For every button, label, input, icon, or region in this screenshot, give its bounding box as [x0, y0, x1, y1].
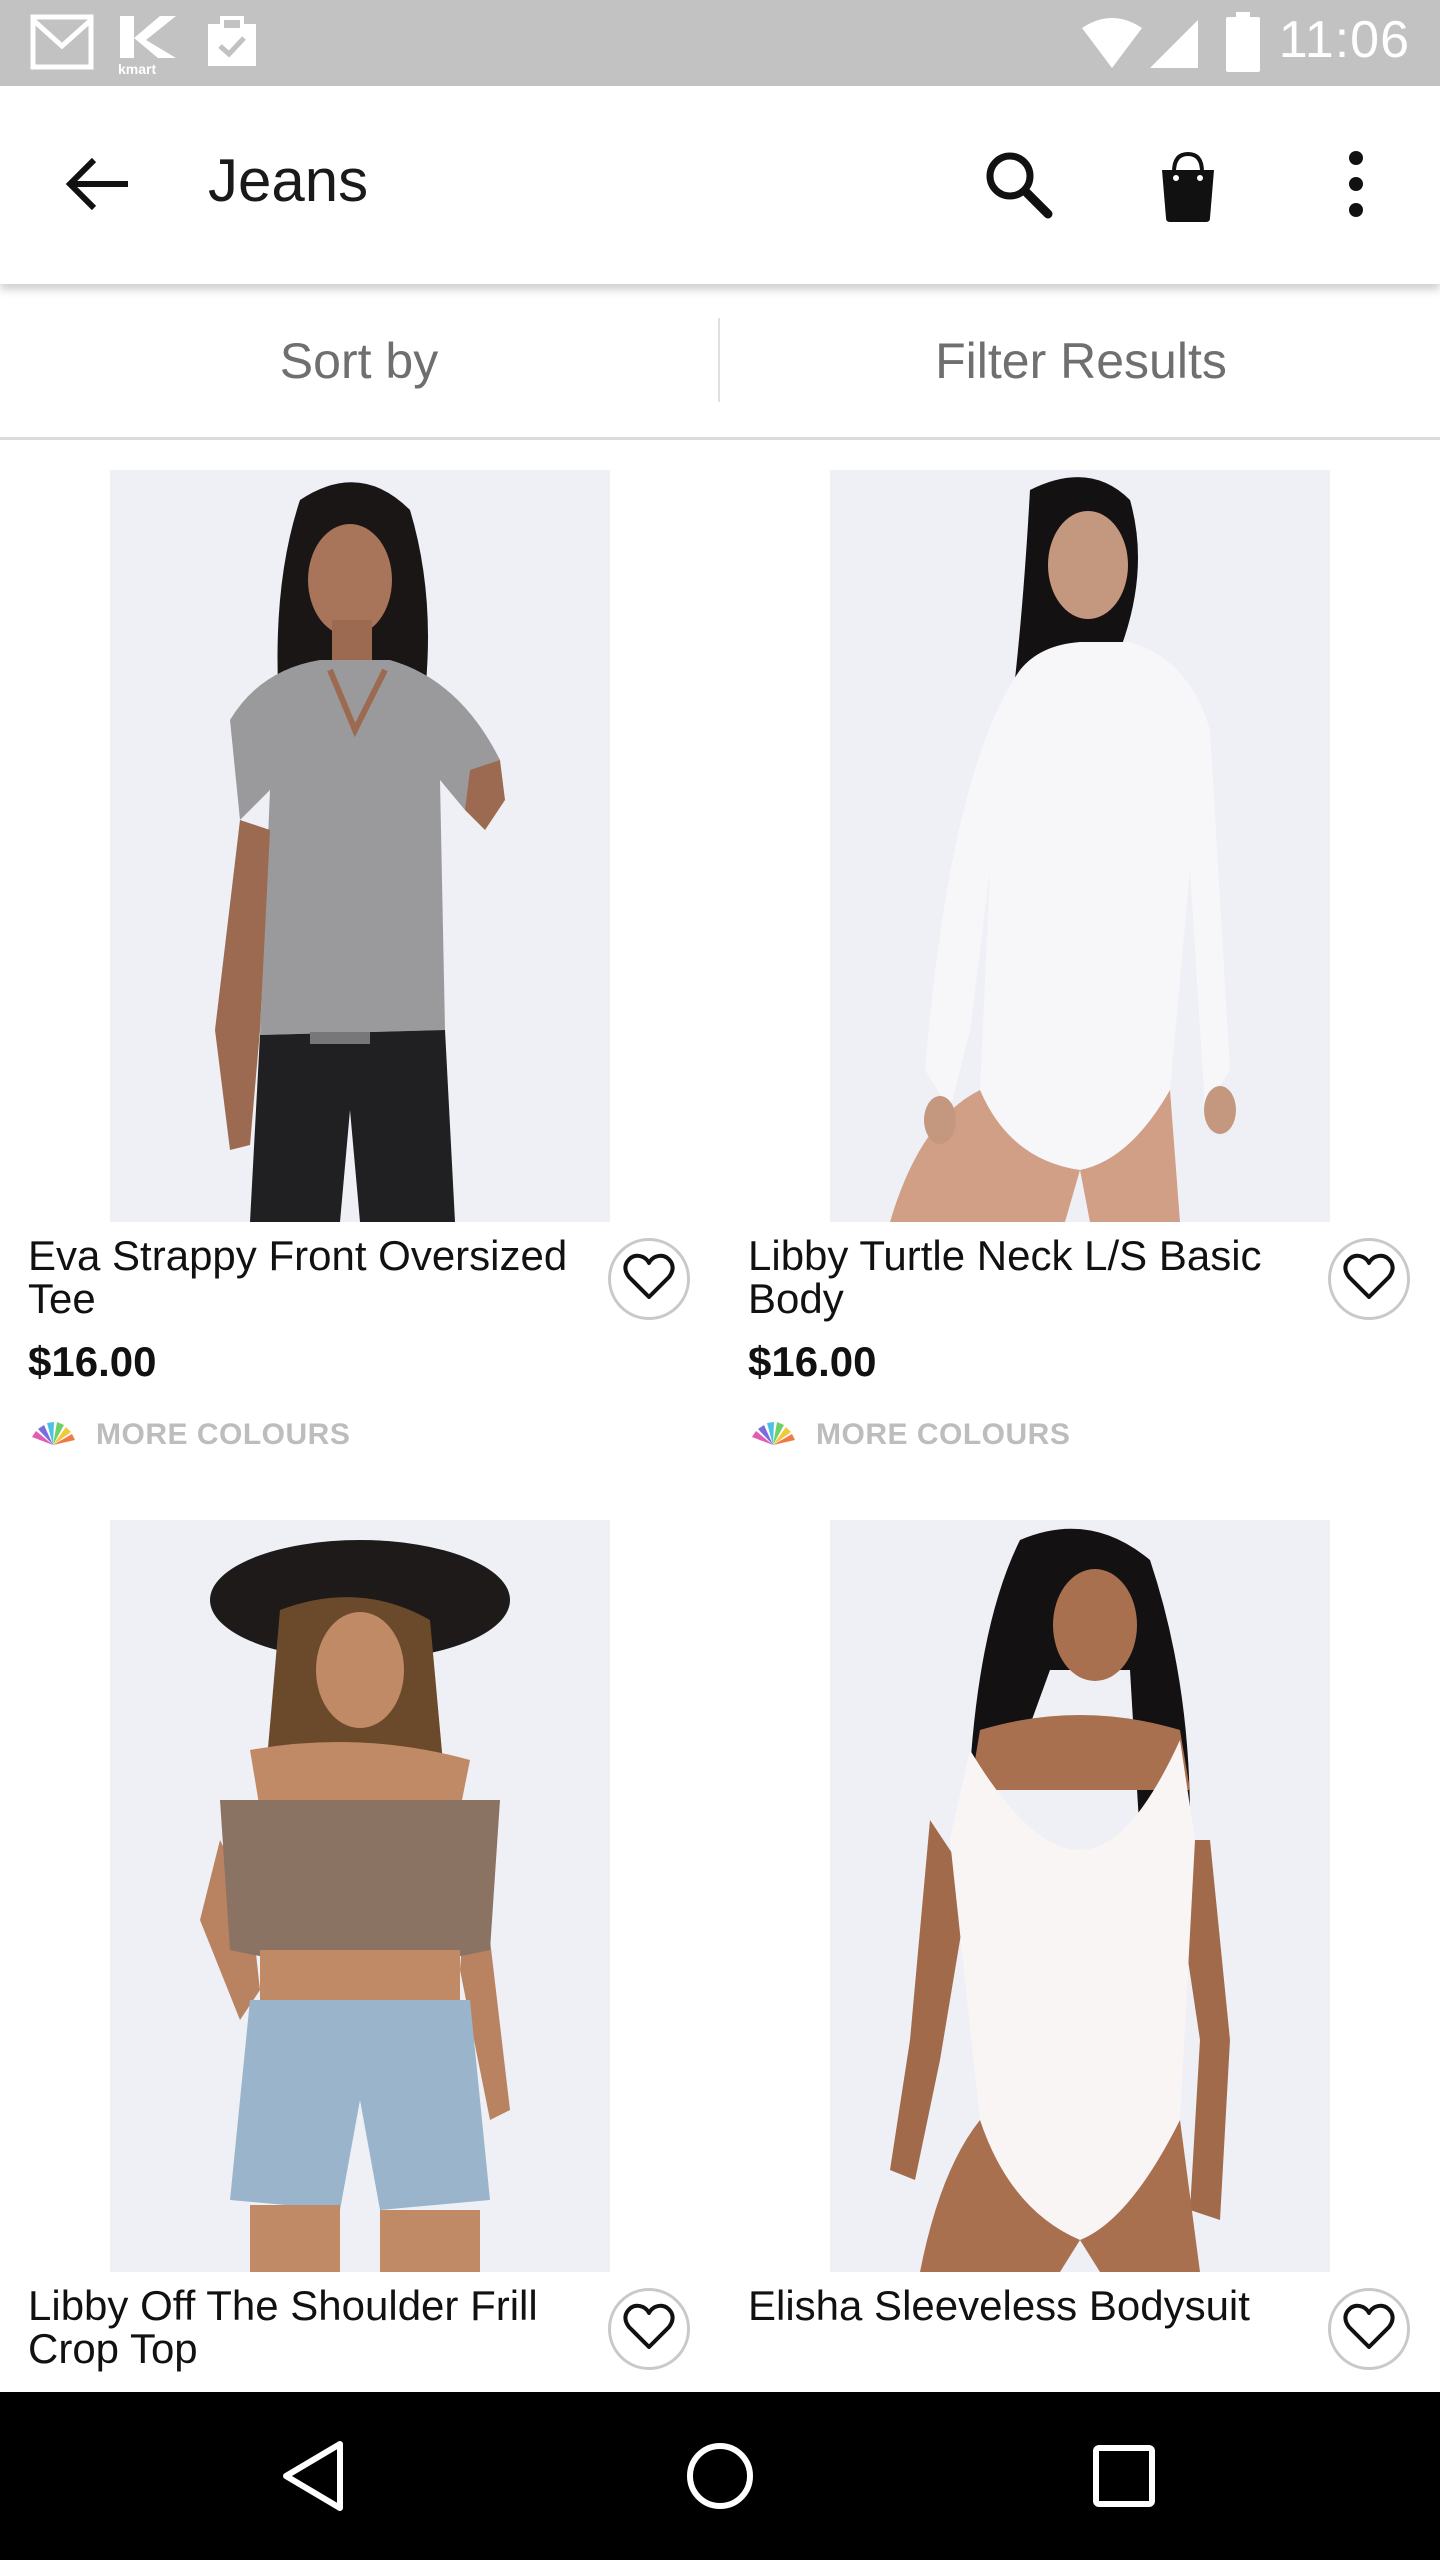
sort-divider [718, 318, 720, 402]
filter-results-button[interactable]: Filter Results [722, 284, 1440, 437]
product-name[interactable]: Elisha Sleeveless Bodysuit [748, 2284, 1308, 2327]
more-options-button[interactable] [1316, 144, 1396, 224]
product-image[interactable] [830, 470, 1330, 1222]
app-bar: Jeans [0, 86, 1440, 284]
product-price: $16.00 [28, 1338, 157, 1385]
status-time: 11:06 [1278, 11, 1410, 69]
product-price: $16.00 [748, 1338, 877, 1385]
more-vert-icon [1316, 151, 1396, 228]
colour-fan-icon [748, 1419, 798, 1452]
wifi-icon [1080, 18, 1144, 75]
heart-icon [1343, 1253, 1395, 1306]
gmail-icon [30, 14, 94, 75]
more-colours[interactable]: MORE COLOURS [28, 1418, 350, 1452]
back-arrow-icon [58, 157, 138, 228]
nav-home-button[interactable] [674, 2430, 766, 2522]
product-name[interactable]: Libby Off The Shoulder Frill Crop Top [28, 2284, 588, 2370]
heart-icon [623, 2303, 675, 2356]
nav-recents-button[interactable] [1078, 2430, 1170, 2522]
sort-filter-bar: Sort by Filter Results [0, 284, 1440, 440]
sort-by-button[interactable]: Sort by [0, 284, 718, 437]
search-button[interactable] [978, 144, 1058, 224]
product-name[interactable]: Libby Turtle Neck L/S Basic Body [748, 1234, 1308, 1320]
home-nav-icon [674, 2443, 766, 2526]
product-card[interactable]: Eva Strappy Front Oversized Tee $16.00 M… [0, 470, 720, 1520]
favorite-button[interactable] [1328, 1238, 1410, 1320]
favorite-button[interactable] [608, 1238, 690, 1320]
more-colours-label: MORE COLOURS [96, 1418, 351, 1451]
back-button[interactable] [58, 144, 138, 224]
heart-icon [623, 1253, 675, 1306]
kmart-icon: kmart [116, 14, 180, 81]
search-icon [978, 152, 1058, 228]
svg-text:kmart: kmart [118, 61, 156, 76]
battery-icon [1226, 12, 1260, 77]
more-colours-label: MORE COLOURS [816, 1418, 1071, 1451]
status-bar: kmart 11:06 [0, 0, 1440, 86]
product-name[interactable]: Eva Strappy Front Oversized Tee [28, 1234, 588, 1320]
system-nav-bar [0, 2392, 1440, 2560]
favorite-button[interactable] [1328, 2288, 1410, 2370]
product-image[interactable] [110, 470, 610, 1222]
heart-icon [1343, 2303, 1395, 2356]
product-card[interactable]: Libby Turtle Neck L/S Basic Body $16.00 … [720, 470, 1440, 1520]
shopping-bag-button[interactable] [1148, 146, 1228, 226]
recents-nav-icon [1078, 2445, 1170, 2526]
product-image[interactable] [830, 1520, 1330, 2272]
favorite-button[interactable] [608, 2288, 690, 2370]
page-title: Jeans [208, 147, 369, 214]
shopping-bag-icon [1148, 151, 1228, 230]
signal-icon [1148, 18, 1200, 75]
more-colours[interactable]: MORE COLOURS [748, 1418, 1070, 1452]
product-image[interactable] [110, 1520, 610, 2272]
clipboard-icon [204, 14, 260, 75]
back-nav-icon [270, 2441, 362, 2526]
colour-fan-icon [28, 1419, 78, 1452]
nav-back-button[interactable] [270, 2430, 362, 2522]
